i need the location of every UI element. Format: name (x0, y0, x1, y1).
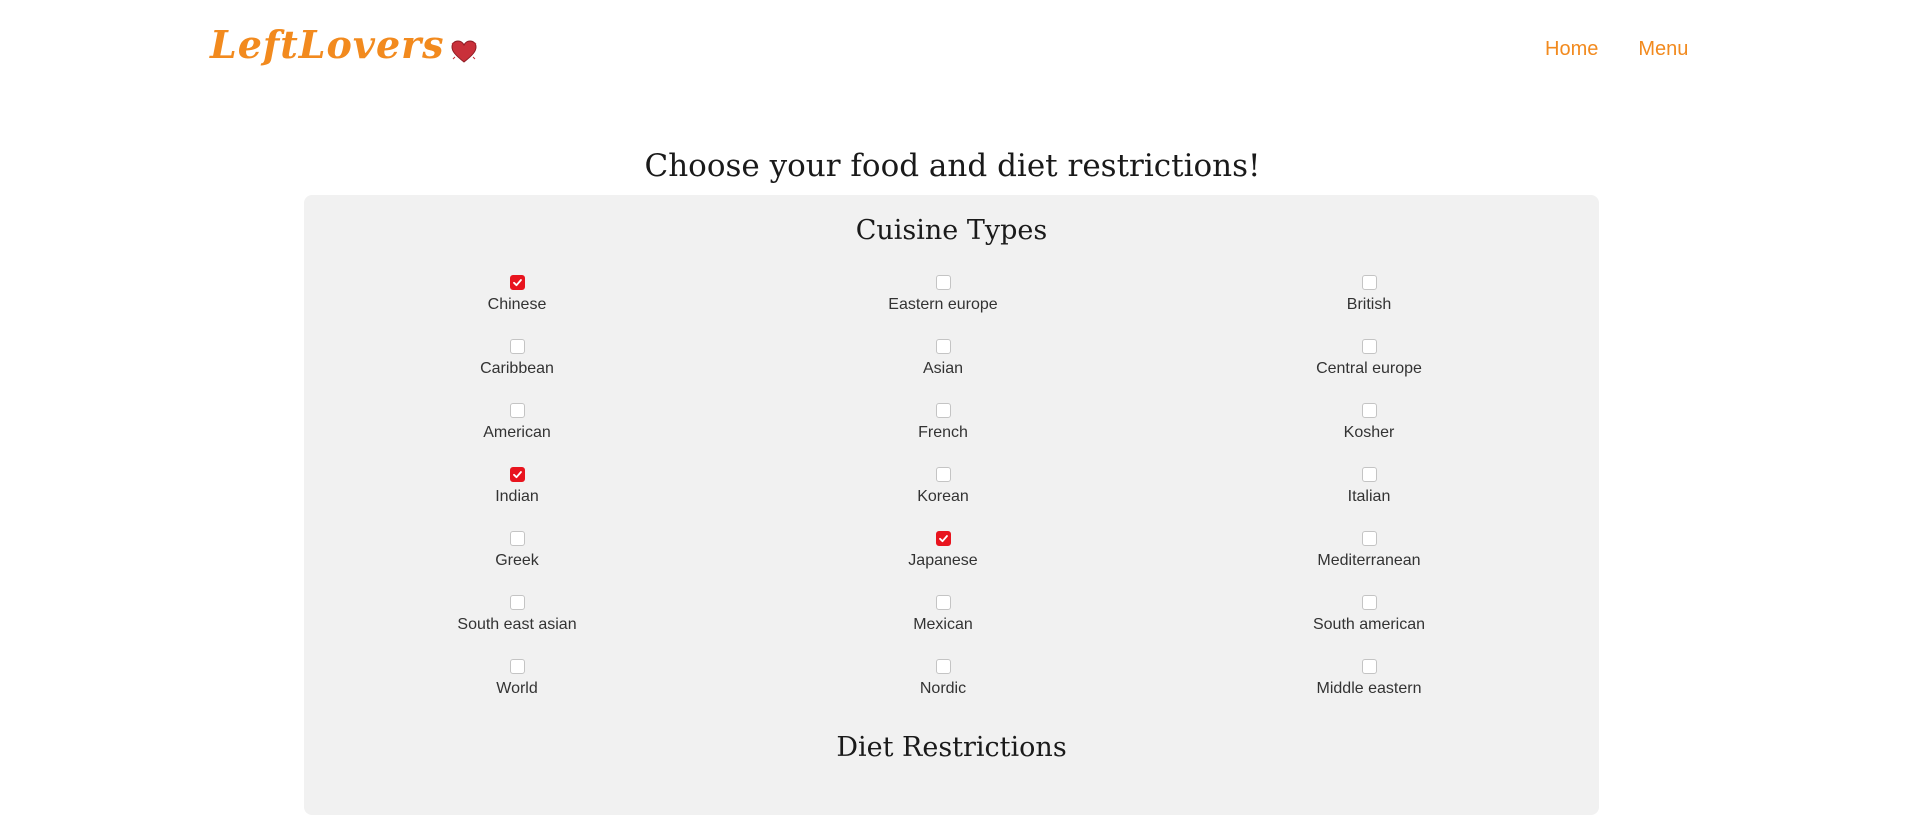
cuisine-option-label[interactable]: American (483, 424, 551, 442)
nav-menu-link[interactable]: Menu (1638, 38, 1688, 61)
cuisine-option: Eastern europe (730, 275, 1156, 339)
cuisine-option: Korean (730, 467, 1156, 531)
cuisine-checkbox[interactable] (935, 339, 951, 354)
cuisine-option-label[interactable]: Middle eastern (1317, 680, 1422, 698)
cuisine-checkbox[interactable] (1361, 339, 1377, 354)
cuisine-option-label[interactable]: Mediterranean (1317, 552, 1420, 570)
cuisine-checkbox[interactable] (509, 595, 525, 610)
cuisine-option: British (1156, 275, 1582, 339)
cuisine-checkbox[interactable] (935, 595, 951, 610)
cuisine-option-label[interactable]: Kosher (1344, 424, 1395, 442)
cuisine-option-label[interactable]: Japanese (908, 552, 977, 570)
cuisine-types-heading: Cuisine Types (855, 215, 1048, 246)
cuisine-option-label[interactable]: Chinese (488, 296, 547, 314)
heart-icon (451, 40, 477, 63)
cuisine-option: Japanese (730, 531, 1156, 595)
cuisine-option-label[interactable]: Caribbean (480, 360, 554, 378)
cuisine-option: Chinese (304, 275, 730, 339)
cuisine-option-label[interactable]: Central europe (1316, 360, 1422, 378)
cuisine-checkbox[interactable] (935, 275, 951, 290)
cuisine-checkbox[interactable] (1361, 275, 1377, 290)
checkmark-icon (512, 471, 522, 479)
cuisine-checkbox[interactable] (1361, 467, 1377, 482)
cuisine-checkbox[interactable] (1361, 659, 1377, 674)
nav-links: Home Menu (1545, 38, 1688, 61)
navbar: LeftLovers Home Menu (0, 0, 1905, 100)
cuisine-option-label[interactable]: Korean (917, 488, 969, 506)
page-title: Choose your food and diet restrictions! (644, 148, 1261, 184)
cuisine-checkbox[interactable] (1361, 403, 1377, 418)
cuisine-option-label[interactable]: Indian (495, 488, 539, 506)
cuisine-checkbox[interactable] (509, 659, 525, 674)
cuisine-option-label[interactable]: South american (1313, 616, 1425, 634)
cuisine-checkbox[interactable] (935, 531, 951, 546)
cuisine-option: Kosher (1156, 403, 1582, 467)
logo[interactable]: LeftLovers (210, 22, 477, 67)
cuisine-option-label[interactable]: World (496, 680, 538, 698)
cuisine-option: Greek (304, 531, 730, 595)
cuisine-option: Indian (304, 467, 730, 531)
diet-restrictions-heading: Diet Restrictions (836, 732, 1067, 763)
cuisine-checkbox[interactable] (509, 531, 525, 546)
cuisine-option-label[interactable]: British (1347, 296, 1391, 314)
nav-home-link[interactable]: Home (1545, 38, 1598, 61)
cuisine-option: Mediterranean (1156, 531, 1582, 595)
cuisine-option-label[interactable]: Asian (923, 360, 963, 378)
cuisine-checkbox[interactable] (509, 403, 525, 418)
cuisine-option-label[interactable]: Nordic (920, 680, 966, 698)
cuisine-option: Mexican (730, 595, 1156, 659)
cuisine-checkbox[interactable] (509, 275, 525, 290)
cuisine-option: World (304, 659, 730, 723)
cuisine-option: Central europe (1156, 339, 1582, 403)
logo-text: LeftLovers (210, 22, 445, 67)
preferences-panel: Cuisine Types Chinese Eastern europe Briti… (304, 195, 1599, 815)
cuisine-option-label[interactable]: Eastern europe (888, 296, 997, 314)
cuisine-option: South american (1156, 595, 1582, 659)
cuisine-option-label[interactable]: South east asian (457, 616, 576, 634)
cuisine-option: French (730, 403, 1156, 467)
cuisine-option: Middle eastern (1156, 659, 1582, 723)
cuisine-checkbox[interactable] (509, 339, 525, 354)
checkmark-icon (938, 535, 948, 543)
cuisine-option: Nordic (730, 659, 1156, 723)
cuisine-option-label[interactable]: Mexican (913, 616, 973, 634)
cuisine-option: Asian (730, 339, 1156, 403)
cuisine-checkbox[interactable] (935, 403, 951, 418)
cuisine-option-label[interactable]: Greek (495, 552, 539, 570)
cuisine-option-label[interactable]: Italian (1348, 488, 1391, 506)
cuisine-option: Italian (1156, 467, 1582, 531)
cuisine-checkbox[interactable] (509, 467, 525, 482)
cuisine-checkbox[interactable] (935, 659, 951, 674)
cuisine-option: Caribbean (304, 339, 730, 403)
cuisine-option-label[interactable]: French (918, 424, 968, 442)
checkmark-icon (512, 279, 522, 287)
cuisine-option: South east asian (304, 595, 730, 659)
cuisine-checkbox[interactable] (1361, 531, 1377, 546)
cuisine-option: American (304, 403, 730, 467)
cuisine-checkbox[interactable] (935, 467, 951, 482)
cuisine-options-grid: Chinese Eastern europe British Caribbean Asi… (304, 275, 1599, 723)
cuisine-checkbox[interactable] (1361, 595, 1377, 610)
